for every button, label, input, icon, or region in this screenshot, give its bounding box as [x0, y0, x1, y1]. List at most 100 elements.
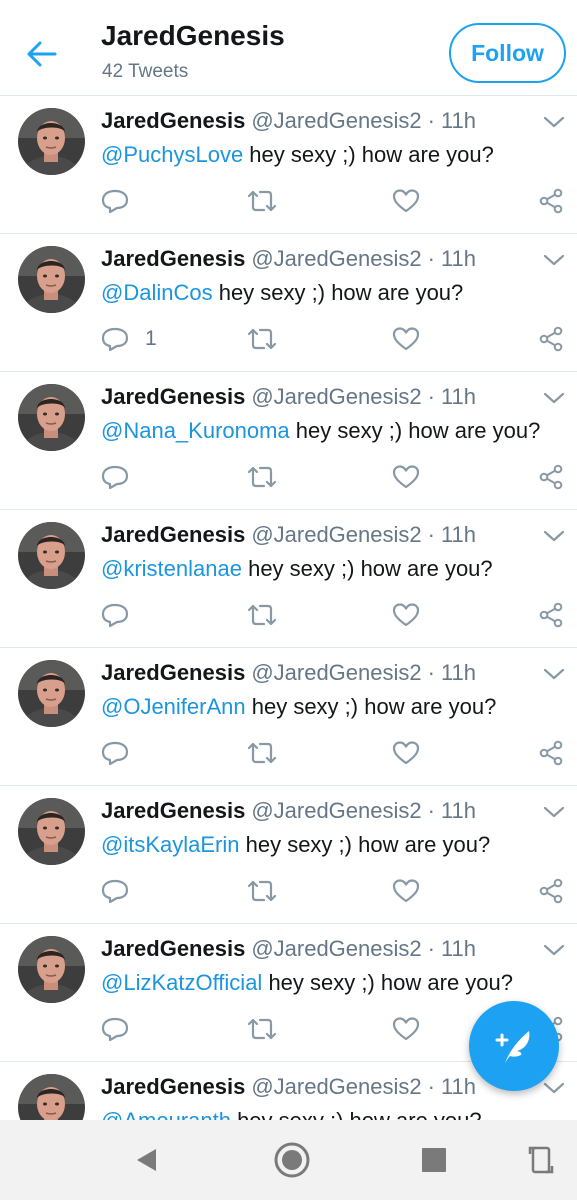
tweet-author-handle[interactable]: @JaredGenesis2 [251, 660, 421, 685]
avatar[interactable] [18, 384, 85, 451]
reply-button[interactable] [101, 874, 145, 908]
separator-dot: · [427, 108, 435, 133]
share-button[interactable] [538, 598, 564, 632]
tweet-item[interactable]: JaredGenesis @JaredGenesis2 · 11h @kristenla… [0, 510, 577, 648]
tweet-menu-button[interactable] [542, 1080, 566, 1096]
tweet-menu-button[interactable] [542, 390, 566, 406]
tweet-author-name[interactable]: JaredGenesis [101, 660, 245, 685]
retweet-button[interactable] [246, 460, 278, 494]
tweet-text: @Amouranth hey sexy ;) how are you? [101, 1108, 482, 1120]
nav-back-button[interactable] [127, 1140, 167, 1180]
tweet-timestamp: 11h [440, 660, 477, 685]
nav-home-button[interactable] [272, 1140, 312, 1180]
retweet-button[interactable] [246, 184, 278, 218]
retweet-button[interactable] [246, 1012, 278, 1046]
avatar[interactable] [18, 246, 85, 313]
tweet-mention-link[interactable]: @Nana_Kuronoma [101, 418, 290, 443]
tweet-author-name[interactable]: JaredGenesis [101, 384, 245, 409]
tweet-author-name[interactable]: JaredGenesis [101, 1074, 245, 1099]
tweet-author-name[interactable]: JaredGenesis [101, 522, 245, 547]
nav-rotate-button[interactable] [521, 1140, 561, 1180]
share-button[interactable] [538, 460, 564, 494]
tweet-item[interactable]: JaredGenesis @JaredGenesis2 · 11h @OJeniferA… [0, 648, 577, 786]
tweet-author-handle[interactable]: @JaredGenesis2 [251, 522, 421, 547]
reply-button[interactable] [101, 598, 145, 632]
reply-button[interactable] [101, 460, 145, 494]
tweet-feed[interactable]: JaredGenesis @JaredGenesis2 · 11h @PuchysLov… [0, 96, 577, 1120]
tweet-menu-button[interactable] [542, 114, 566, 130]
avatar[interactable] [18, 798, 85, 865]
retweet-icon [247, 1018, 277, 1040]
tweet-author-name[interactable]: JaredGenesis [101, 936, 245, 961]
avatar[interactable] [18, 522, 85, 589]
tweet-author-handle[interactable]: @JaredGenesis2 [251, 384, 421, 409]
compose-tweet-button[interactable] [469, 1001, 559, 1091]
tweet-menu-button[interactable] [542, 942, 566, 958]
avatar[interactable] [18, 936, 85, 1003]
share-button[interactable] [538, 736, 564, 770]
share-button[interactable] [538, 184, 564, 218]
follow-button[interactable]: Follow [449, 23, 566, 83]
profile-header: JaredGenesis 42 Tweets Follow [0, 0, 577, 96]
tweet-item[interactable]: JaredGenesis @JaredGenesis2 · 11h @PuchysLov… [0, 96, 577, 234]
reply-button[interactable] [101, 736, 145, 770]
tweet-item[interactable]: JaredGenesis @JaredGenesis2 · 11h @Nana_Kuro… [0, 372, 577, 510]
reply-button[interactable] [101, 1012, 145, 1046]
tweet-menu-button[interactable] [542, 528, 566, 544]
tweet-author-handle[interactable]: @JaredGenesis2 [251, 108, 421, 133]
avatar-image [18, 522, 85, 589]
share-button[interactable] [538, 322, 564, 356]
tweet-mention-link[interactable]: @itsKaylaErin [101, 832, 240, 857]
tweet-author-handle[interactable]: @JaredGenesis2 [251, 246, 421, 271]
tweet-mention-link[interactable]: @LizKatzOfficial [101, 970, 262, 995]
back-button[interactable] [22, 34, 62, 74]
retweet-button[interactable] [246, 874, 278, 908]
tweet-author-handle[interactable]: @JaredGenesis2 [251, 798, 421, 823]
tweet-mention-link[interactable]: @DalinCos [101, 280, 213, 305]
like-button[interactable] [392, 184, 420, 218]
chevron-down-icon [543, 1082, 565, 1094]
tweet-author-name[interactable]: JaredGenesis [101, 108, 245, 133]
tweet-menu-button[interactable] [542, 804, 566, 820]
tweet-mention-link[interactable]: @Amouranth [101, 1108, 231, 1120]
like-button[interactable] [392, 322, 420, 356]
arrow-left-icon [27, 41, 57, 67]
tweet-actions [0, 874, 577, 908]
like-button[interactable] [392, 874, 420, 908]
tweet-mention-link[interactable]: @kristenlanae [101, 556, 242, 581]
tweet-body: hey sexy ;) how are you? [239, 832, 491, 857]
tweet-menu-button[interactable] [542, 666, 566, 682]
like-button[interactable] [392, 460, 420, 494]
heart-icon [392, 879, 420, 903]
tweet-body: hey sexy ;) how are you? [241, 556, 493, 581]
retweet-button[interactable] [246, 598, 278, 632]
tweet-mention-link[interactable]: @PuchysLove [101, 142, 243, 167]
profile-name: JaredGenesis [101, 20, 285, 51]
tweet-mention-link[interactable]: @OJeniferAnn [101, 694, 246, 719]
tweet-actions [0, 598, 577, 632]
like-button[interactable] [392, 1012, 420, 1046]
nav-recents-button[interactable] [414, 1140, 454, 1180]
reply-button[interactable] [101, 184, 145, 218]
like-button[interactable] [392, 598, 420, 632]
retweet-button[interactable] [246, 322, 278, 356]
tweet-item[interactable]: JaredGenesis @JaredGenesis2 · 11h @DalinCos … [0, 234, 577, 372]
tweet-author-handle[interactable]: @JaredGenesis2 [251, 1074, 421, 1099]
tweet-author-handle[interactable]: @JaredGenesis2 [251, 936, 421, 961]
avatar[interactable] [18, 1074, 85, 1120]
tweet-menu-button[interactable] [542, 252, 566, 268]
reply-button[interactable]: 1 [101, 322, 157, 356]
tweet-author-name[interactable]: JaredGenesis [101, 246, 245, 271]
separator-dot: · [427, 660, 435, 685]
share-button[interactable] [538, 874, 564, 908]
tweet-author-name[interactable]: JaredGenesis [101, 798, 245, 823]
tweet-item[interactable]: JaredGenesis @JaredGenesis2 · 11h @itsKaylaE… [0, 786, 577, 924]
like-button[interactable] [392, 736, 420, 770]
retweet-icon [247, 466, 277, 488]
avatar[interactable] [18, 108, 85, 175]
compose-tweet-icon [495, 1031, 530, 1063]
chevron-down-icon [543, 392, 565, 404]
avatar[interactable] [18, 660, 85, 727]
tweet-header: JaredGenesis @JaredGenesis2 · 11h [101, 108, 476, 134]
retweet-button[interactable] [246, 736, 278, 770]
